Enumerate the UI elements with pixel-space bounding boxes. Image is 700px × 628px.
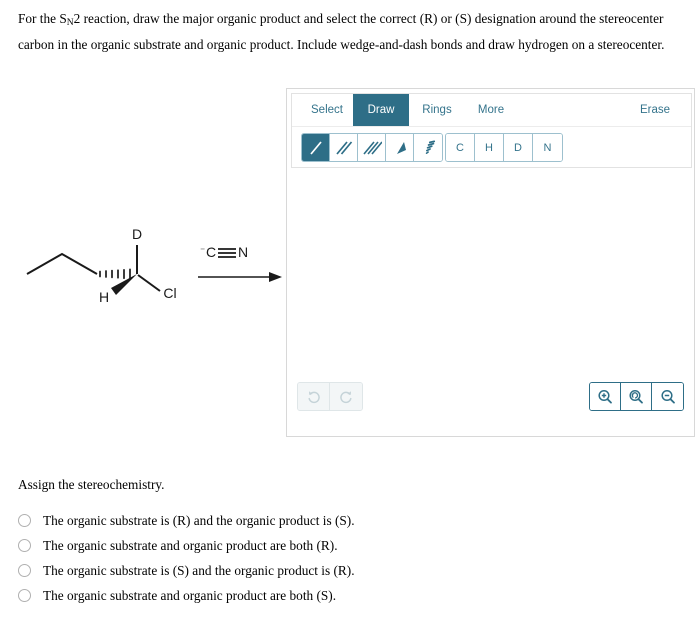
answer-option-1-label: The organic substrate is (R) and the org… bbox=[43, 512, 355, 528]
label-hydrogen: H bbox=[99, 289, 109, 305]
question-line2: carbon in the organic substrate and orga… bbox=[18, 37, 665, 53]
single-bond-icon bbox=[309, 140, 322, 155]
answer-option-3-label: The organic substrate is (S) and the org… bbox=[43, 562, 355, 578]
reagent-cyanide: ⁻ C N bbox=[200, 244, 248, 260]
sn2-subscript: N bbox=[66, 18, 74, 29]
assign-stereochemistry-label: Assign the stereochemistry. bbox=[18, 477, 165, 492]
triple-bond-icon bbox=[362, 140, 382, 155]
zoom-in-icon bbox=[598, 389, 612, 404]
question-prompt: For the SN2 reaction, draw the major org… bbox=[18, 8, 682, 55]
cyanide-nitrogen: N bbox=[238, 244, 248, 260]
zoom-reset-icon bbox=[629, 389, 643, 404]
undo-button[interactable] bbox=[298, 383, 330, 410]
hash-bond-to-chain bbox=[99, 268, 131, 280]
zoom-button-group bbox=[589, 382, 684, 411]
wedge-bond-tool[interactable] bbox=[386, 134, 414, 161]
answer-option-2-label: The organic substrate and organic produc… bbox=[43, 537, 338, 553]
radio-button-4[interactable] bbox=[18, 589, 31, 602]
element-button-d[interactable]: D bbox=[504, 134, 533, 161]
cyanide-charge: ⁻ bbox=[200, 246, 205, 257]
tab-erase[interactable]: Erase bbox=[628, 94, 682, 126]
hash-bond-tool[interactable] bbox=[414, 134, 442, 161]
zoom-reset-button[interactable] bbox=[621, 383, 652, 410]
element-button-c[interactable]: C bbox=[446, 134, 475, 161]
reaction-scheme: D H Cl ⁻ C N bbox=[20, 222, 282, 327]
answer-option-4-label: The organic substrate and organic produc… bbox=[43, 587, 337, 603]
reaction-arrow bbox=[198, 272, 282, 282]
tab-draw[interactable]: Draw bbox=[353, 94, 409, 126]
reaction-svg: D H Cl ⁻ C N bbox=[26, 226, 282, 305]
history-button-group bbox=[297, 382, 363, 411]
tab-rings[interactable]: Rings bbox=[409, 94, 465, 126]
answer-option-4[interactable]: The organic substrate and organic produc… bbox=[18, 583, 498, 608]
tab-select[interactable]: Select bbox=[301, 94, 353, 126]
single-bond-tool[interactable] bbox=[302, 134, 330, 161]
radio-button-1[interactable] bbox=[18, 514, 31, 527]
answer-options-list: The organic substrate is (R) and the org… bbox=[18, 508, 498, 608]
editor-toolbar: Select Draw Rings More Erase C H D N bbox=[291, 93, 692, 168]
answer-option-2[interactable]: The organic substrate and organic produc… bbox=[18, 533, 498, 558]
radio-button-3[interactable] bbox=[18, 564, 31, 577]
zoom-out-icon bbox=[660, 389, 675, 404]
radio-button-2[interactable] bbox=[18, 539, 31, 552]
element-tool-group: C H D N bbox=[445, 133, 563, 162]
label-chlorine: Cl bbox=[163, 285, 176, 301]
zoom-in-button[interactable] bbox=[590, 383, 621, 410]
double-bond-icon bbox=[335, 140, 352, 155]
answer-option-1[interactable]: The organic substrate is (R) and the org… bbox=[18, 508, 498, 533]
question-line1-post: 2 reaction, draw the major organic produ… bbox=[73, 11, 664, 26]
redo-icon bbox=[340, 390, 352, 403]
tab-more[interactable]: More bbox=[465, 94, 517, 126]
redo-button[interactable] bbox=[330, 383, 362, 410]
double-bond-tool[interactable] bbox=[330, 134, 358, 161]
molecule-editor-panel: Select Draw Rings More Erase C H D N bbox=[286, 88, 695, 437]
hash-bond-icon bbox=[425, 140, 436, 154]
element-button-h[interactable]: H bbox=[475, 134, 504, 161]
zoom-out-button[interactable] bbox=[652, 383, 683, 410]
editor-tab-row: Select Draw Rings More Erase bbox=[292, 94, 691, 127]
element-button-n[interactable]: N bbox=[533, 134, 562, 161]
cyanide-carbon: C bbox=[206, 244, 216, 260]
wedge-bond-icon bbox=[396, 141, 406, 154]
answer-option-3[interactable]: The organic substrate is (S) and the org… bbox=[18, 558, 498, 583]
label-deuterium: D bbox=[132, 226, 142, 242]
undo-icon bbox=[307, 390, 320, 403]
triple-bond-tool[interactable] bbox=[358, 134, 386, 161]
question-line1-pre: For the S bbox=[18, 11, 67, 26]
bond-tool-group bbox=[301, 133, 443, 162]
substrate-carbon-chain bbox=[26, 252, 98, 275]
editor-tool-row: C H D N bbox=[292, 127, 691, 168]
bond-to-chlorine bbox=[137, 274, 161, 292]
